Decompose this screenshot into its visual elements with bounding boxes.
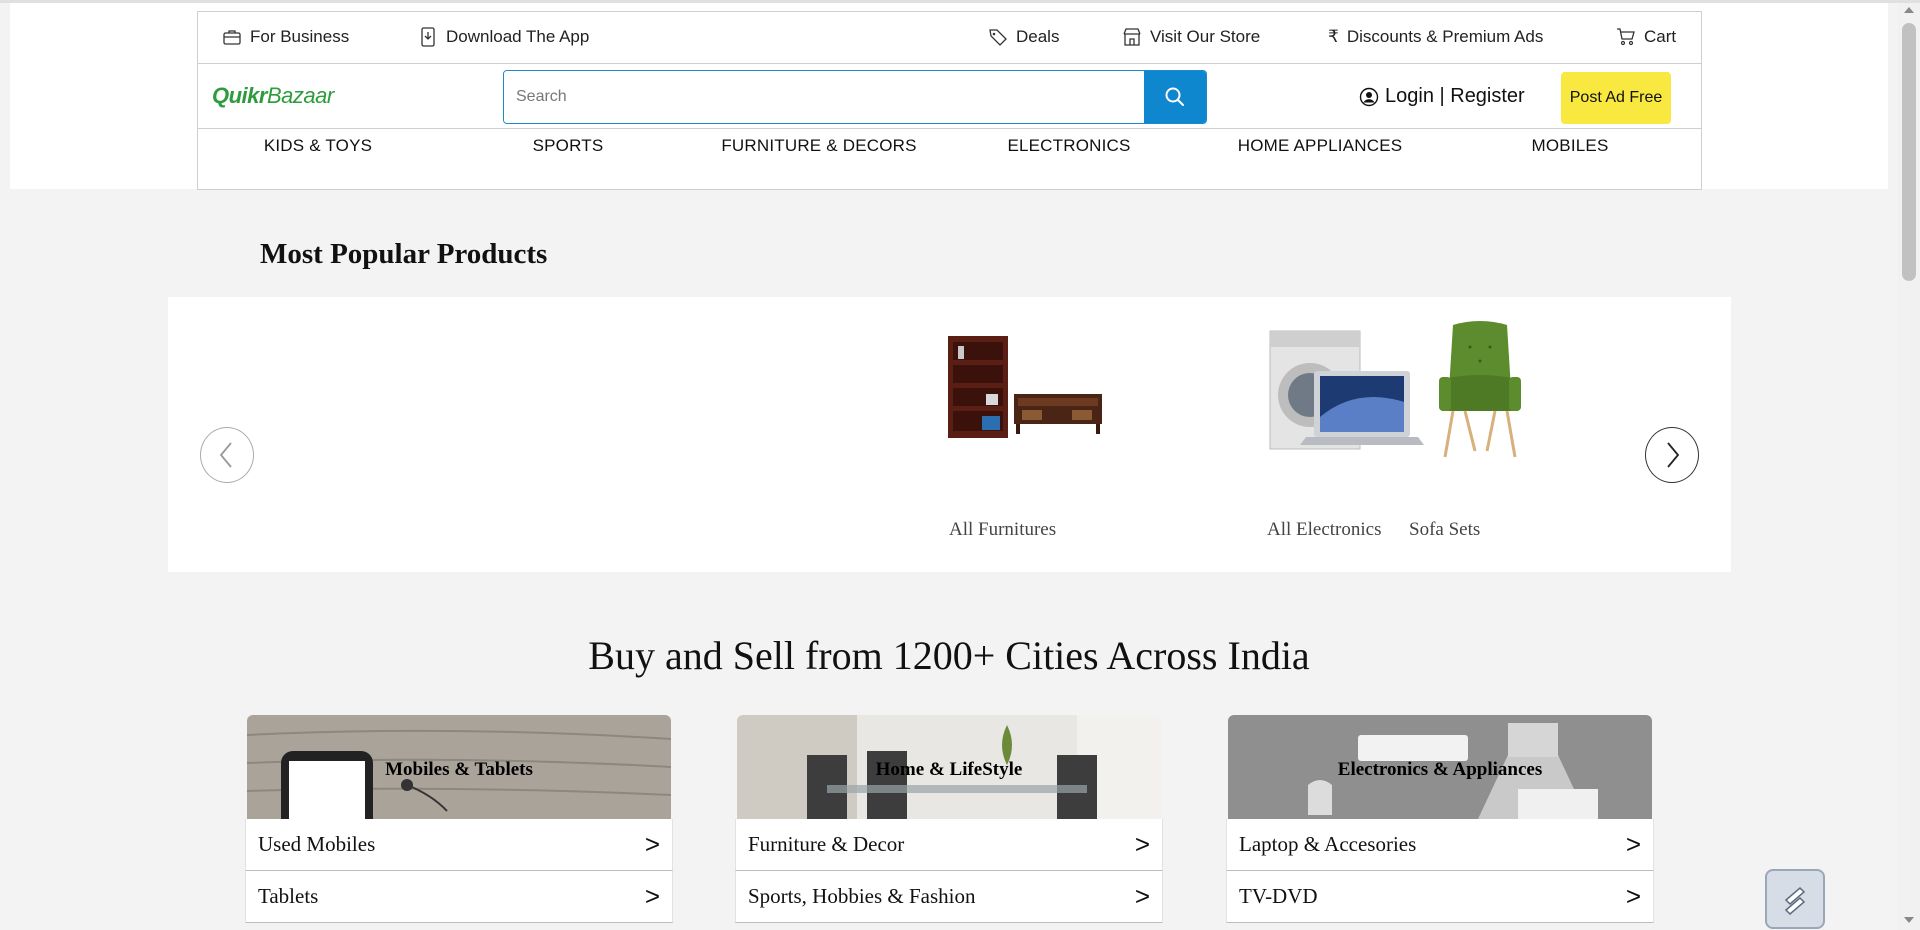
store-icon [1123, 28, 1141, 46]
card-row-furniture-decor[interactable]: Furniture & Decor > [735, 819, 1163, 871]
app-logo-icon [1784, 886, 1806, 916]
row-label-sports-hobbies: Sports, Hobbies & Fashion [748, 884, 976, 908]
nav-furniture-decors[interactable]: FURNITURE & DECORS [721, 136, 916, 156]
search-icon [1165, 87, 1184, 106]
card-banner-electronics[interactable]: Electronics & Appliances [1228, 715, 1652, 819]
visit-store-label: Visit Our Store [1150, 27, 1261, 46]
popular-products-carousel: All Furnitures All Electronics Sofa Sets [168, 297, 1731, 572]
floating-action-button[interactable] [1765, 869, 1825, 929]
discounts-link[interactable]: ₹ Discounts & Premium Ads [1328, 27, 1543, 47]
site-header: For Business Download The App Deals Visi… [197, 11, 1702, 190]
header-main-row: QuikrBazaar Login | Register Post Ad Fre… [198, 65, 1701, 129]
nav-mobiles[interactable]: MOBILES [1532, 136, 1609, 156]
carousel-next-button[interactable] [1645, 427, 1699, 483]
row-label-laptop-accessories: Laptop & Accesories [1239, 832, 1417, 856]
cart-label: Cart [1644, 27, 1677, 46]
cart-icon [1617, 28, 1635, 46]
category-card-mobiles: Mobiles & Tablets Used Mobiles > Tablets… [245, 715, 673, 923]
utility-bar: For Business Download The App Deals Visi… [198, 12, 1701, 64]
search-button[interactable] [1144, 71, 1206, 123]
chevron-right-icon: > [1134, 829, 1150, 859]
card-row-laptop-accessories[interactable]: Laptop & Accesories > [1226, 819, 1654, 871]
nav-kids-toys[interactable]: KIDS & TOYS [264, 136, 372, 156]
scrollbar-thumb[interactable] [1902, 23, 1916, 281]
user-icon [1359, 87, 1379, 106]
post-ad-button[interactable]: Post Ad Free [1561, 72, 1671, 124]
page-scrollbar[interactable] [1898, 3, 1920, 930]
card-row-tablets[interactable]: Tablets > [245, 871, 673, 923]
search-input[interactable] [504, 71, 1144, 123]
cities-heading: Buy and Sell from 1200+ Cities Across In… [588, 633, 1310, 678]
chevron-left-icon [219, 442, 232, 468]
for-business-link[interactable]: For Business [222, 27, 349, 47]
washer-laptop-illustration [1269, 330, 1424, 450]
electronics-product-image[interactable] [1266, 327, 1426, 462]
download-phone-icon [421, 27, 435, 47]
login-register-link[interactable]: Login | Register [1359, 85, 1525, 108]
discounts-label: Discounts & Premium Ads [1346, 27, 1544, 46]
card-title-mobiles: Mobiles & Tablets [385, 759, 533, 780]
briefcase-icon [223, 30, 241, 45]
category-card-electronics: Electronics & Appliances Laptop & Acceso… [1226, 715, 1654, 923]
popular-products-title: Most Popular Products [260, 238, 548, 270]
category-card-home: Home & LifeStyle Furniture & Decor > Spo… [735, 715, 1163, 923]
row-label-furniture-decor: Furniture & Decor [748, 832, 905, 856]
chevron-right-icon: > [1625, 881, 1641, 911]
search-bar [503, 70, 1207, 124]
category-nav: KIDS & TOYS SPORTS FURNITURE & DECORS EL… [198, 130, 1701, 190]
download-app-link[interactable]: Download The App [418, 27, 589, 47]
row-label-used-mobiles: Used Mobiles [258, 832, 376, 856]
chevron-right-icon: > [1134, 881, 1150, 911]
logo-bazaar-text: Bazaar [266, 83, 334, 108]
cart-link[interactable]: Cart [1616, 27, 1676, 47]
product-label-all-furnitures[interactable]: All Furnitures [949, 519, 1056, 541]
login-register-label: Login | Register [1385, 85, 1525, 107]
row-label-tv-dvd: TV-DVD [1239, 884, 1318, 908]
sofa-product-image[interactable] [1435, 319, 1525, 466]
logo-quikr-text: Quikr [212, 83, 267, 108]
product-label-all-electronics[interactable]: All Electronics [1267, 519, 1382, 541]
card-banner-home[interactable]: Home & LifeStyle [737, 715, 1161, 819]
quikr-bazaar-logo[interactable]: QuikrBazaar [212, 83, 334, 109]
nav-electronics[interactable]: ELECTRONICS [1007, 136, 1130, 156]
card-banner-mobiles[interactable]: Mobiles & Tablets [247, 715, 671, 819]
chevron-right-icon: > [1625, 829, 1641, 859]
rupee-icon: ₹ [1328, 27, 1339, 46]
chevron-right-icon [1667, 442, 1680, 468]
card-title-home: Home & LifeStyle [875, 759, 1023, 780]
bookshelf-tvunit-illustration [948, 336, 1102, 438]
nav-home-appliances[interactable]: HOME APPLIANCES [1238, 136, 1403, 156]
chevron-right-icon: > [644, 881, 660, 911]
chevron-right-icon: > [644, 829, 660, 859]
for-business-label: For Business [250, 27, 350, 46]
deals-label: Deals [1016, 27, 1060, 46]
carousel-prev-button[interactable] [200, 427, 254, 483]
scroll-up-arrow[interactable] [1904, 7, 1914, 13]
visit-store-link[interactable]: Visit Our Store [1122, 27, 1260, 47]
tag-icon [989, 29, 1007, 46]
card-row-sports-hobbies[interactable]: Sports, Hobbies & Fashion > [735, 871, 1163, 923]
download-app-label: Download The App [446, 27, 590, 46]
nav-sports[interactable]: SPORTS [533, 136, 604, 156]
green-armchair-illustration [1439, 321, 1521, 458]
card-row-tv-dvd[interactable]: TV-DVD > [1226, 871, 1654, 923]
furniture-product-image[interactable] [946, 332, 1106, 447]
row-label-tablets: Tablets [258, 884, 319, 908]
deals-link[interactable]: Deals [988, 27, 1059, 47]
card-row-used-mobiles[interactable]: Used Mobiles > [245, 819, 673, 871]
card-title-electronics: Electronics & Appliances [1337, 759, 1543, 780]
scroll-down-arrow[interactable] [1904, 917, 1914, 923]
product-label-sofa-sets[interactable]: Sofa Sets [1409, 519, 1480, 541]
